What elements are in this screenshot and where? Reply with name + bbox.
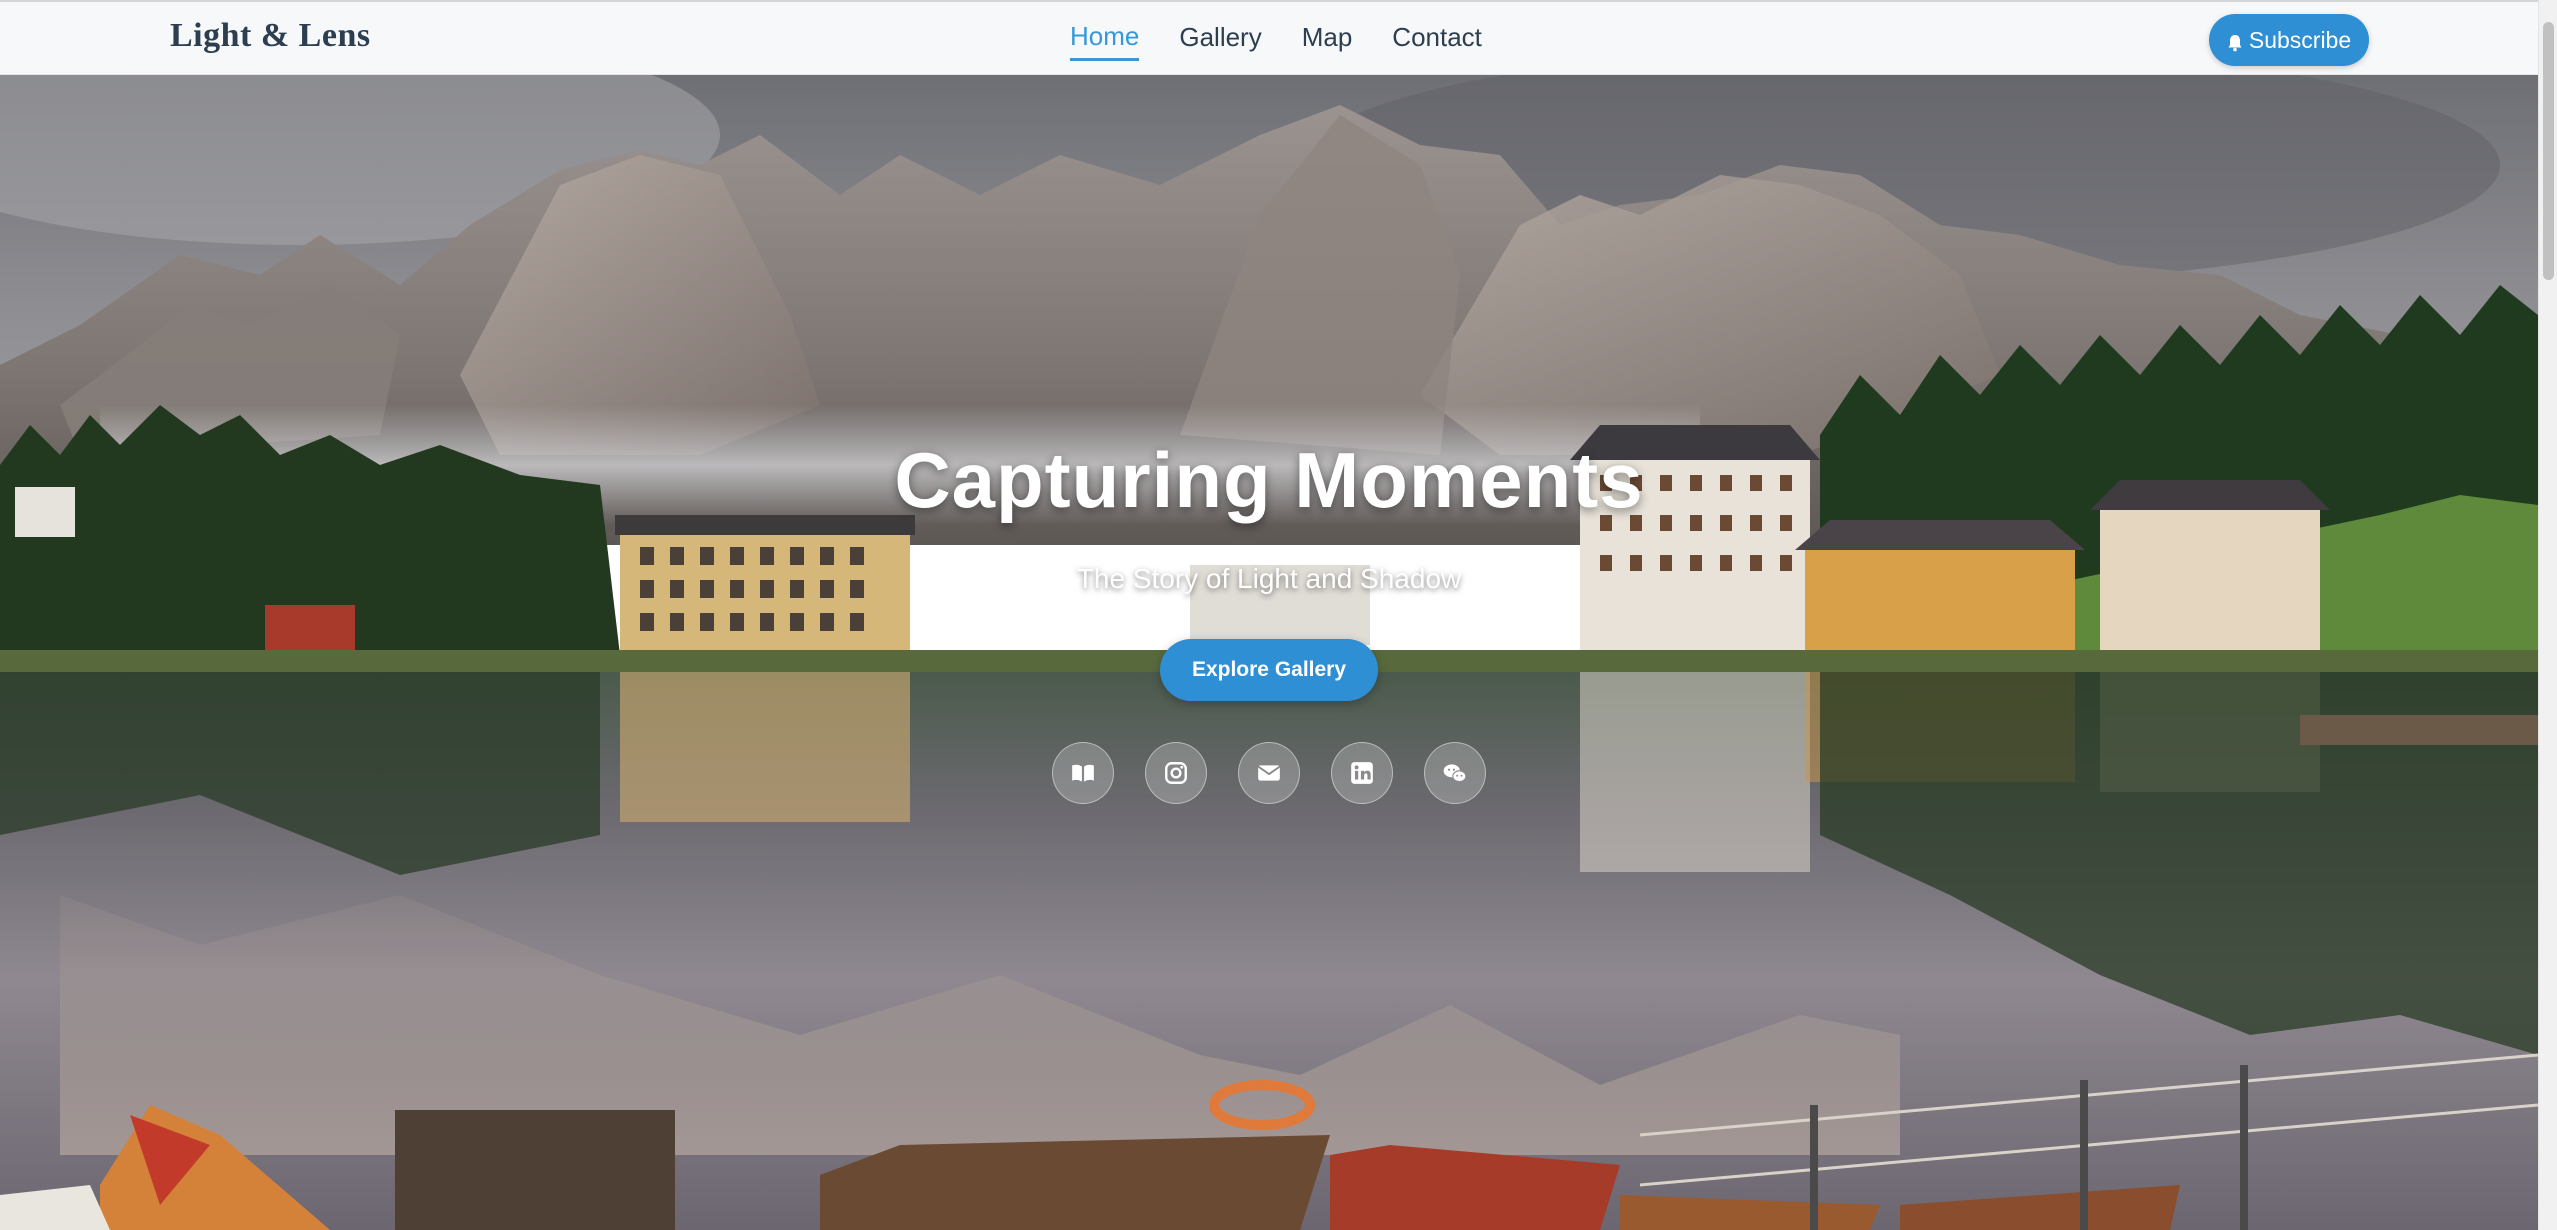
linkedin-icon[interactable] [1331, 742, 1393, 804]
nav-link-gallery[interactable]: Gallery [1179, 18, 1261, 59]
nav-link-contact[interactable]: Contact [1392, 18, 1482, 59]
nav-link-home[interactable]: Home [1070, 17, 1140, 61]
bell-icon [2227, 31, 2243, 52]
instagram-icon[interactable] [1145, 742, 1207, 804]
envelope-icon[interactable] [1238, 742, 1300, 804]
main-nav: Home Gallery Map Contact [1070, 2, 1482, 75]
wechat-icon[interactable] [1424, 742, 1486, 804]
page-scrollbar[interactable] [2538, 0, 2557, 1230]
hero-section: Capturing Moments The Story of Light and… [0, 75, 2538, 1230]
brand-logo[interactable]: Light & Lens [170, 17, 371, 55]
book-icon[interactable] [1052, 742, 1114, 804]
nav-link-map[interactable]: Map [1302, 18, 1353, 59]
hero-title: Capturing Moments [894, 436, 1644, 524]
explore-gallery-button[interactable]: Explore Gallery [1160, 639, 1378, 701]
hero-subtitle: The Story of Light and Shadow [1076, 563, 1462, 594]
subscribe-button[interactable]: Subscribe [2209, 14, 2369, 66]
top-navbar: Light & Lens Home Gallery Map Contact Su… [0, 0, 2538, 75]
scrollbar-thumb[interactable] [2543, 22, 2554, 280]
social-links [1052, 742, 1486, 804]
subscribe-label: Subscribe [2248, 26, 2352, 53]
